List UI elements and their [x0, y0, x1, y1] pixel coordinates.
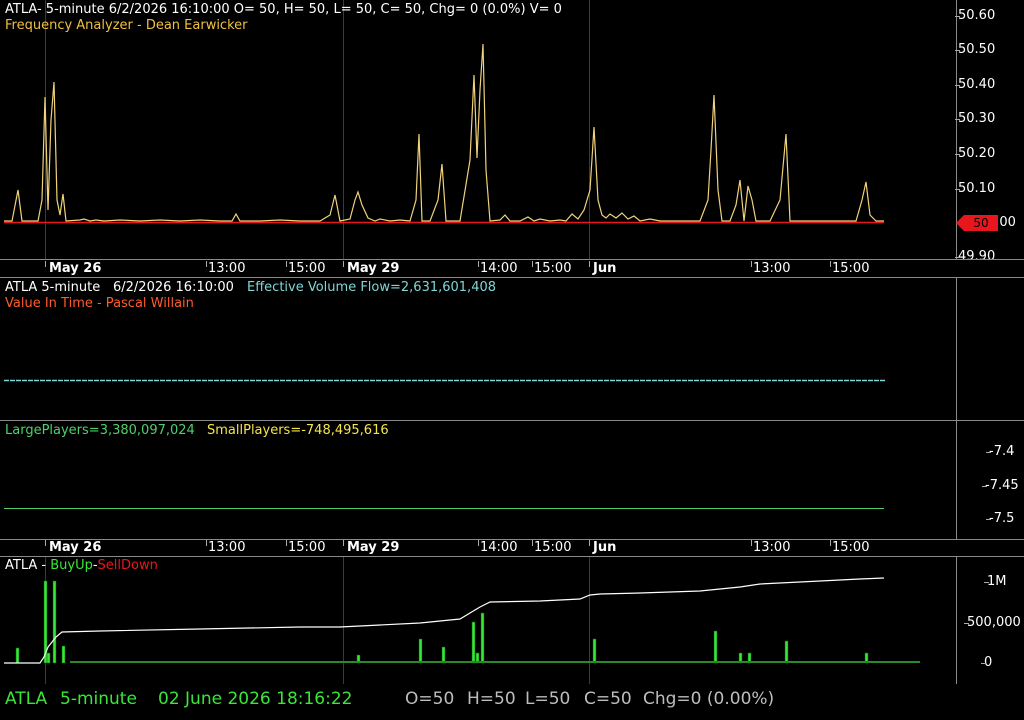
sell-down-label: SellDown	[97, 558, 158, 573]
large-players-label: LargePlayers=3,380,097,024	[5, 423, 195, 438]
x-label: Jun	[593, 540, 617, 555]
volume-y-axis[interactable]: 1M 500,000 0	[956, 557, 1024, 684]
volume-symbol-label: ATLA -	[5, 558, 51, 573]
volume-y-tick: 1M	[987, 574, 1007, 589]
price-header: ATLA- 5-minute 6/2/2026 16:10:00 O= 50, …	[5, 2, 562, 17]
value-in-time-label: Value In Time - Pascal Willain	[5, 296, 194, 311]
x-label: 13:00	[208, 261, 246, 276]
frequency-analyzer-label: Frequency Analyzer - Dean Earwicker	[5, 18, 248, 33]
volume-y-tick: 500,000	[967, 615, 1021, 630]
x-label: Jun	[593, 261, 617, 276]
volume-flow-panel[interactable]: ATLA 5-minute 6/2/2026 16:10:00 Effectiv…	[0, 278, 1024, 420]
status-high: H=50	[467, 689, 516, 709]
status-low: L=50	[525, 689, 571, 709]
volume-title: ATLA - BuyUp-SellDown	[5, 558, 158, 574]
x-label: 13:00	[208, 540, 246, 555]
status-bar: ATLA 5-minute 02 June 2026 18:16:22 O=50…	[0, 684, 1024, 720]
price-y-tick: 50.40	[958, 77, 996, 92]
last-value-badge: 50	[956, 215, 998, 231]
x-label: May 29	[347, 261, 400, 276]
volume-panel[interactable]: ATLA - BuyUp-SellDown 1M 500,000 0	[0, 557, 1024, 684]
volume-flow-datetime: 6/2/2026 16:10:00	[113, 280, 234, 295]
x-label: 15:00	[534, 261, 572, 276]
price-y-tick: 50.30	[958, 111, 996, 126]
status-symbol: ATLA	[5, 689, 48, 709]
price-panel[interactable]: ATLA- 5-minute 6/2/2026 16:10:00 O= 50, …	[0, 0, 1024, 264]
x-label: May 26	[49, 540, 102, 555]
x-label: May 26	[49, 261, 102, 276]
price-y-tick: 50.10	[958, 181, 996, 196]
volume-flow-y-axis[interactable]	[956, 278, 1024, 420]
status-interval: 5-minute	[60, 689, 137, 709]
players-y-axis[interactable]: -7.4 -7.45 -7.5	[956, 421, 1024, 539]
price-y-tick: 50.60	[958, 8, 996, 23]
x-label: 14:00	[480, 261, 518, 276]
volume-bars	[4, 577, 920, 664]
frequency-analyzer-line	[4, 43, 884, 224]
volume-y-tick: 0	[984, 655, 993, 670]
x-label: 15:00	[288, 261, 326, 276]
x-label: 15:00	[832, 261, 870, 276]
small-players-label: SmallPlayers=-748,495,616	[207, 423, 389, 438]
price-plot[interactable]	[0, 0, 956, 259]
players-y-tick: -7.45	[985, 478, 1019, 493]
status-change: Chg=0 (0.00%)	[643, 689, 775, 709]
x-label: 13:00	[753, 261, 791, 276]
effective-volume-flow-label: Effective Volume Flow=2,631,601,408	[247, 280, 497, 295]
x-label: 14:00	[480, 540, 518, 555]
players-panel[interactable]: LargePlayers=3,380,097,024 SmallPlayers=…	[0, 421, 1024, 539]
x-label: May 29	[347, 540, 400, 555]
players-y-tick: -7.5	[989, 511, 1015, 526]
price-y-tick: 49.90	[958, 249, 996, 264]
x-label: 15:00	[288, 540, 326, 555]
players-y-tick: -7.4	[989, 444, 1015, 459]
x-label: 13:00	[753, 540, 791, 555]
status-close: C=50	[584, 689, 632, 709]
volume-flow-symbol: ATLA 5-minute	[5, 280, 101, 295]
x-label: 15:00	[534, 540, 572, 555]
price-y-tick: 50.50	[958, 42, 996, 57]
status-datetime: 02 June 2026 18:16:22	[158, 689, 353, 709]
price-y-tick: 50.20	[958, 146, 996, 161]
x-label: 15:00	[832, 540, 870, 555]
status-open: O=50	[405, 689, 455, 709]
buy-up-label: BuyUp	[50, 558, 93, 573]
